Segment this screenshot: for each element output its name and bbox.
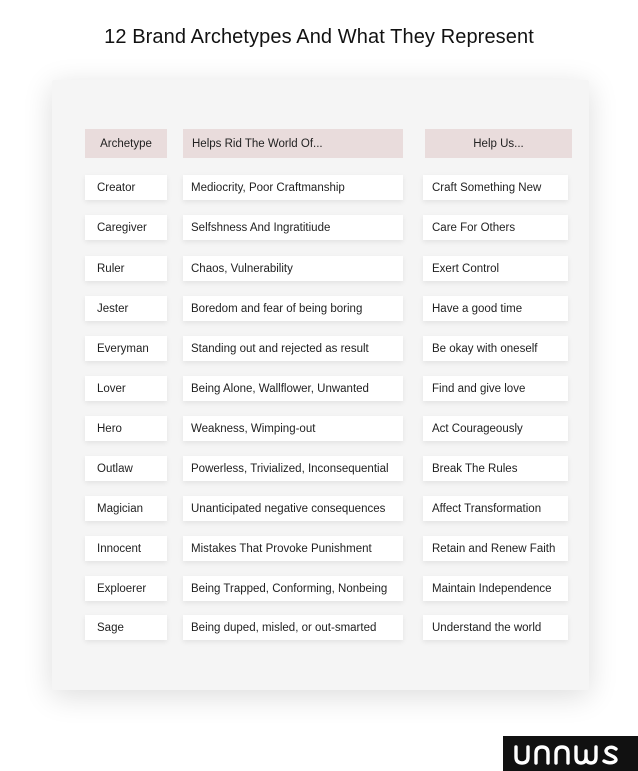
help-cell: Exert Control xyxy=(423,256,568,281)
help-cell: Be okay with oneself xyxy=(423,336,568,361)
archetype-cell: Outlaw xyxy=(85,456,167,481)
archetype-table-card: Archetype Helps Rid The World Of... Help… xyxy=(52,80,589,690)
archetype-cell: Lover xyxy=(85,376,167,401)
help-cell: Have a good time xyxy=(423,296,568,321)
rid-cell: Boredom and fear of being boring xyxy=(183,296,403,321)
archetype-cell: Everyman xyxy=(85,336,167,361)
rid-cell: Powerless, Trivialized, Inconsequential xyxy=(183,456,403,481)
header-help: Help Us... xyxy=(425,129,572,158)
archetype-cell: Caregiver xyxy=(85,215,167,240)
help-cell: Maintain Independence xyxy=(423,576,568,601)
archetype-cell: Sage xyxy=(85,615,167,640)
unnus-logo xyxy=(503,736,638,771)
help-cell: Break The Rules xyxy=(423,456,568,481)
rid-cell: Selfshness And Ingratitiude xyxy=(183,215,403,240)
rid-cell: Mistakes That Provoke Punishment xyxy=(183,536,403,561)
archetype-cell: Ruler xyxy=(85,256,167,281)
help-cell: Craft Something New xyxy=(423,175,568,200)
archetype-cell: Exploerer xyxy=(85,576,167,601)
help-cell: Affect Transformation xyxy=(423,496,568,521)
help-cell: Act Courageously xyxy=(423,416,568,441)
archetype-cell: Hero xyxy=(85,416,167,441)
rid-cell: Being Alone, Wallflower, Unwanted xyxy=(183,376,403,401)
archetype-cell: Magician xyxy=(85,496,167,521)
rid-cell: Mediocrity, Poor Craftmanship xyxy=(183,175,403,200)
help-cell: Retain and Renew Faith xyxy=(423,536,568,561)
archetype-cell: Jester xyxy=(85,296,167,321)
archetype-cell: Innocent xyxy=(85,536,167,561)
rid-cell: Being duped, misled, or out-smarted xyxy=(183,615,403,640)
help-cell: Care For Others xyxy=(423,215,568,240)
rid-cell: Weakness, Wimping-out xyxy=(183,416,403,441)
unnus-logo-icon xyxy=(513,744,618,765)
rid-cell: Being Trapped, Conforming, Nonbeing xyxy=(183,576,403,601)
header-rid: Helps Rid The World Of... xyxy=(183,129,403,158)
archetype-cell: Creator xyxy=(85,175,167,200)
page-title: 12 Brand Archetypes And What They Repres… xyxy=(104,26,534,48)
rid-cell: Chaos, Vulnerability xyxy=(183,256,403,281)
help-cell: Find and give love xyxy=(423,376,568,401)
help-cell: Understand the world xyxy=(423,615,568,640)
rid-cell: Unanticipated negative consequences xyxy=(183,496,403,521)
rid-cell: Standing out and rejected as result xyxy=(183,336,403,361)
header-archetype: Archetype xyxy=(85,129,167,158)
